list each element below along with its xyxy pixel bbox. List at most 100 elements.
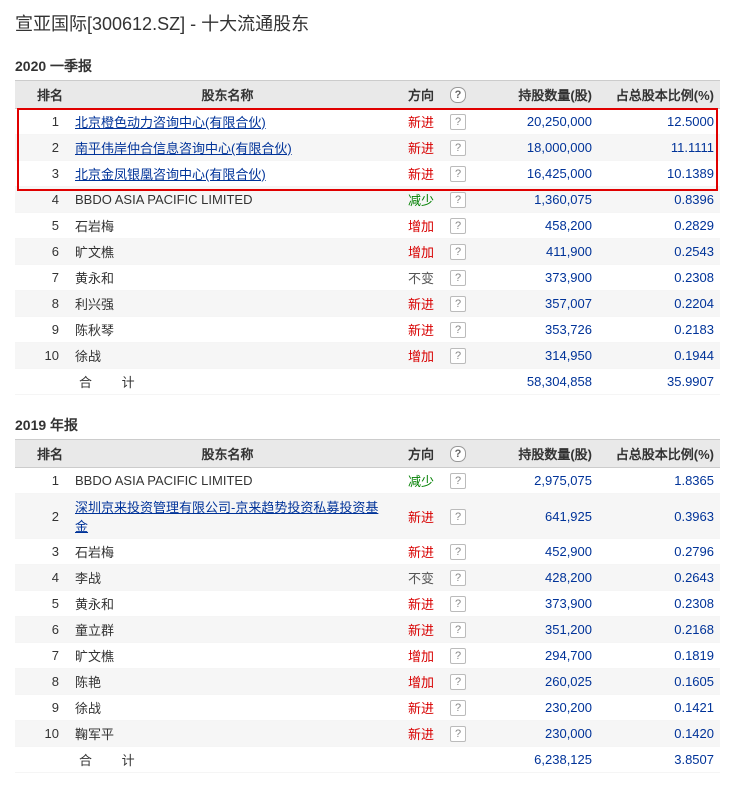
help-icon[interactable]: ? bbox=[450, 166, 466, 182]
col-qty-header: 持股数量(股) bbox=[476, 440, 598, 468]
help-icon[interactable]: ? bbox=[450, 473, 466, 489]
help-icon[interactable]: ? bbox=[450, 726, 466, 742]
help-cell: ? bbox=[440, 695, 476, 721]
help-cell: ? bbox=[440, 239, 476, 265]
qty-cell: 314,950 bbox=[476, 343, 598, 369]
rank-cell: 7 bbox=[15, 265, 69, 291]
pct-cell: 0.1421 bbox=[598, 695, 720, 721]
help-cell: ? bbox=[440, 617, 476, 643]
help-icon[interactable]: ? bbox=[450, 700, 466, 716]
pct-cell: 0.2543 bbox=[598, 239, 720, 265]
rank-cell: 5 bbox=[15, 591, 69, 617]
table-row: 3石岩梅新进?452,9000.2796 bbox=[15, 539, 720, 565]
pct-cell: 0.2308 bbox=[598, 591, 720, 617]
table-row: 7黄永和不变?373,9000.2308 bbox=[15, 265, 720, 291]
help-cell: ? bbox=[440, 187, 476, 213]
shareholders-table: 排名股东名称方向?持股数量(股)占总股本比例(%)1北京橙色动力咨询中心(有限合… bbox=[15, 80, 720, 395]
help-cell: ? bbox=[440, 591, 476, 617]
table-row: 2深圳京来投资管理有限公司-京来趋势投资私募投资基金新进?641,9250.39… bbox=[15, 494, 720, 539]
shareholder-name: 陈秋琴 bbox=[75, 323, 114, 338]
shareholder-link[interactable]: 深圳京来投资管理有限公司-京来趋势投资私募投资基金 bbox=[75, 500, 378, 534]
help-icon[interactable]: ? bbox=[450, 140, 466, 156]
pct-cell: 12.5000 bbox=[598, 109, 720, 135]
shareholder-name: BBDO ASIA PACIFIC LIMITED bbox=[75, 473, 252, 488]
help-cell: ? bbox=[440, 213, 476, 239]
help-icon[interactable]: ? bbox=[450, 544, 466, 560]
help-icon[interactable]: ? bbox=[450, 674, 466, 690]
section-title: 2020 一季报 bbox=[15, 56, 720, 76]
direction-cell: 新进 bbox=[386, 109, 440, 135]
rank-cell: 3 bbox=[15, 539, 69, 565]
help-cell: ? bbox=[440, 265, 476, 291]
pct-cell: 1.8365 bbox=[598, 468, 720, 494]
name-cell: BBDO ASIA PACIFIC LIMITED bbox=[69, 468, 386, 494]
name-cell: 黄永和 bbox=[69, 265, 386, 291]
help-icon[interactable]: ? bbox=[450, 596, 466, 612]
shareholder-name: 石岩梅 bbox=[75, 219, 114, 234]
shareholder-link[interactable]: 北京金凤银凰咨询中心(有限合伙) bbox=[75, 167, 266, 182]
rank-cell: 6 bbox=[15, 617, 69, 643]
rank-cell: 8 bbox=[15, 669, 69, 695]
help-icon[interactable]: ? bbox=[450, 244, 466, 260]
total-row: 合 计6,238,1253.8507 bbox=[15, 747, 720, 773]
help-icon[interactable]: ? bbox=[450, 218, 466, 234]
name-cell: 旷文樵 bbox=[69, 643, 386, 669]
col-qty-header: 持股数量(股) bbox=[476, 81, 598, 109]
total-label: 合 计 bbox=[69, 747, 386, 773]
col-dir-header: 方向 bbox=[386, 440, 440, 468]
name-cell: 陈秋琴 bbox=[69, 317, 386, 343]
direction-cell: 增加 bbox=[386, 669, 440, 695]
direction-cell: 增加 bbox=[386, 643, 440, 669]
section-title: 2019 年报 bbox=[15, 415, 720, 435]
help-icon[interactable]: ? bbox=[450, 648, 466, 664]
table-row: 7旷文樵增加?294,7000.1819 bbox=[15, 643, 720, 669]
qty-cell: 20,250,000 bbox=[476, 109, 598, 135]
shareholder-name: 利兴强 bbox=[75, 297, 114, 312]
name-cell: 黄永和 bbox=[69, 591, 386, 617]
col-rank-header: 排名 bbox=[15, 440, 69, 468]
rank-cell: 3 bbox=[15, 161, 69, 187]
name-cell: 石岩梅 bbox=[69, 213, 386, 239]
help-icon[interactable]: ? bbox=[450, 570, 466, 586]
qty-cell: 230,200 bbox=[476, 695, 598, 721]
direction-cell: 不变 bbox=[386, 565, 440, 591]
name-cell: 李战 bbox=[69, 565, 386, 591]
help-icon[interactable]: ? bbox=[450, 446, 466, 462]
rank-cell: 10 bbox=[15, 343, 69, 369]
shareholder-link[interactable]: 北京橙色动力咨询中心(有限合伙) bbox=[75, 115, 266, 130]
total-qty: 58,304,858 bbox=[476, 369, 598, 395]
qty-cell: 351,200 bbox=[476, 617, 598, 643]
pct-cell: 0.2643 bbox=[598, 565, 720, 591]
pct-cell: 0.2168 bbox=[598, 617, 720, 643]
pct-cell: 0.2796 bbox=[598, 539, 720, 565]
help-icon[interactable]: ? bbox=[450, 348, 466, 364]
pct-cell: 11.1111 bbox=[598, 135, 720, 161]
pct-cell: 0.2829 bbox=[598, 213, 720, 239]
direction-cell: 增加 bbox=[386, 213, 440, 239]
qty-cell: 230,000 bbox=[476, 721, 598, 747]
page-title: 宣亚国际[300612.SZ] - 十大流通股东 bbox=[15, 10, 720, 36]
help-cell: ? bbox=[440, 539, 476, 565]
help-cell: ? bbox=[440, 135, 476, 161]
col-help-header: ? bbox=[440, 81, 476, 109]
help-icon[interactable]: ? bbox=[450, 270, 466, 286]
help-icon[interactable]: ? bbox=[450, 622, 466, 638]
help-cell: ? bbox=[440, 721, 476, 747]
help-icon[interactable]: ? bbox=[450, 296, 466, 312]
direction-cell: 新进 bbox=[386, 721, 440, 747]
table-row: 9陈秋琴新进?353,7260.2183 bbox=[15, 317, 720, 343]
help-icon[interactable]: ? bbox=[450, 322, 466, 338]
col-name-header: 股东名称 bbox=[69, 440, 386, 468]
shareholder-link[interactable]: 南平伟岸仲合信息咨询中心(有限合伙) bbox=[75, 141, 292, 156]
shareholder-name: 李战 bbox=[75, 571, 101, 586]
help-icon[interactable]: ? bbox=[450, 192, 466, 208]
help-icon[interactable]: ? bbox=[450, 509, 466, 525]
pct-cell: 0.2204 bbox=[598, 291, 720, 317]
direction-cell: 新进 bbox=[386, 291, 440, 317]
pct-cell: 10.1389 bbox=[598, 161, 720, 187]
help-icon[interactable]: ? bbox=[450, 87, 466, 103]
col-pct-header: 占总股本比例(%) bbox=[598, 81, 720, 109]
help-icon[interactable]: ? bbox=[450, 114, 466, 130]
table-row: 1BBDO ASIA PACIFIC LIMITED减少?2,975,0751.… bbox=[15, 468, 720, 494]
shareholder-name: BBDO ASIA PACIFIC LIMITED bbox=[75, 192, 252, 207]
